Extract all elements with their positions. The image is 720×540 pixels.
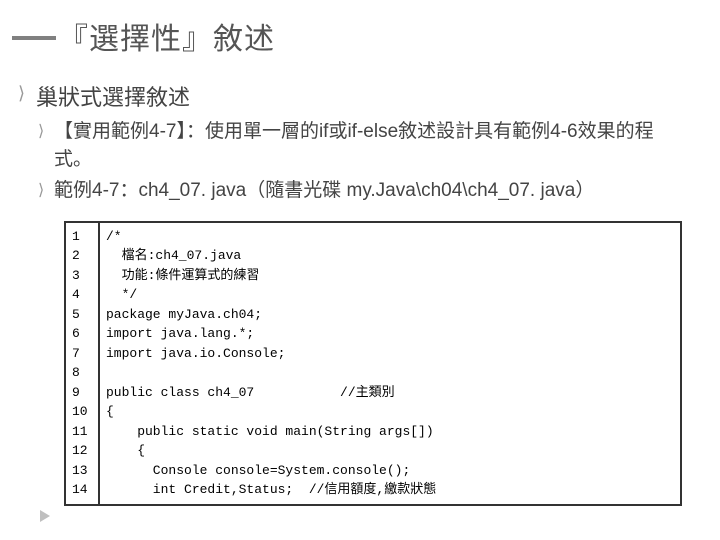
line-number: 4 (66, 285, 98, 305)
code-line (100, 363, 680, 383)
bullet1-text: 巢狀式選擇敘述 (36, 80, 190, 112)
content-area: ⟩ 巢狀式選擇敘述 ⟩ 【實用範例4-7】：使用單一層的if或if-else敘述… (18, 80, 682, 506)
line-number: 6 (66, 324, 98, 344)
bullet2-icon: ⟩ (38, 121, 50, 141)
bullet2-text-2: 範例4-7：ch4_07. java（隨書光碟 my.Java\ch04\ch4… (54, 177, 594, 205)
code-line: */ (100, 285, 680, 305)
code-line: Console console=System.console(); (100, 461, 680, 481)
code-line: import java.lang.*; (100, 324, 680, 344)
code-line: /* (100, 227, 680, 247)
code-line: package myJava.ch04; (100, 305, 680, 325)
line-number: 14 (66, 480, 98, 500)
line-number: 7 (66, 344, 98, 364)
code-line: { (100, 402, 680, 422)
code-line: public class ch4_07 //主類別 (100, 383, 680, 403)
line-number: 12 (66, 441, 98, 461)
code-line: import java.io.Console; (100, 344, 680, 364)
line-number: 9 (66, 383, 98, 403)
line-number: 2 (66, 246, 98, 266)
bullet2-text-1: 【實用範例4-7】：使用單一層的if或if-else敘述設計具有範例4-6效果的… (54, 118, 682, 173)
code-line: public static void main(String args[]) (100, 422, 680, 442)
footer-arrow-icon (40, 510, 50, 522)
bullet1-icon: ⟩ (18, 83, 30, 104)
line-number: 13 (66, 461, 98, 481)
code-body: /* 檔名:ch4_07.java 功能:條件運算式的練習 */ package… (98, 221, 682, 506)
code-line: 功能:條件運算式的練習 (100, 266, 680, 286)
line-number: 3 (66, 266, 98, 286)
line-number: 1 (66, 227, 98, 247)
bullet-level2-item2: ⟩ 範例4-7：ch4_07. java（隨書光碟 my.Java\ch04\c… (38, 177, 682, 205)
bullet2-icon: ⟩ (38, 180, 50, 200)
code-line: { (100, 441, 680, 461)
slide: 『選擇性』敘述 ⟩ 巢狀式選擇敘述 ⟩ 【實用範例4-7】：使用單一層的if或i… (0, 0, 720, 540)
code-gutter: 1 2 3 4 5 6 7 8 9 10 11 12 13 14 (64, 221, 98, 506)
bullet-level2-item1: ⟩ 【實用範例4-7】：使用單一層的if或if-else敘述設計具有範例4-6效… (38, 118, 682, 173)
line-number: 8 (66, 363, 98, 383)
slide-title: 『選擇性』敘述 (58, 14, 275, 58)
bullet-level1: ⟩ 巢狀式選擇敘述 (18, 80, 682, 112)
code-line: int Credit,Status; //信用額度,繳款狀態 (100, 480, 680, 500)
code-block: 1 2 3 4 5 6 7 8 9 10 11 12 13 14 /* 檔名:c… (64, 221, 682, 506)
line-number: 10 (66, 402, 98, 422)
code-line: 檔名:ch4_07.java (100, 246, 680, 266)
title-row: 『選擇性』敘述 (12, 14, 682, 58)
title-accent-bar (12, 36, 56, 40)
line-number: 11 (66, 422, 98, 442)
line-number: 5 (66, 305, 98, 325)
